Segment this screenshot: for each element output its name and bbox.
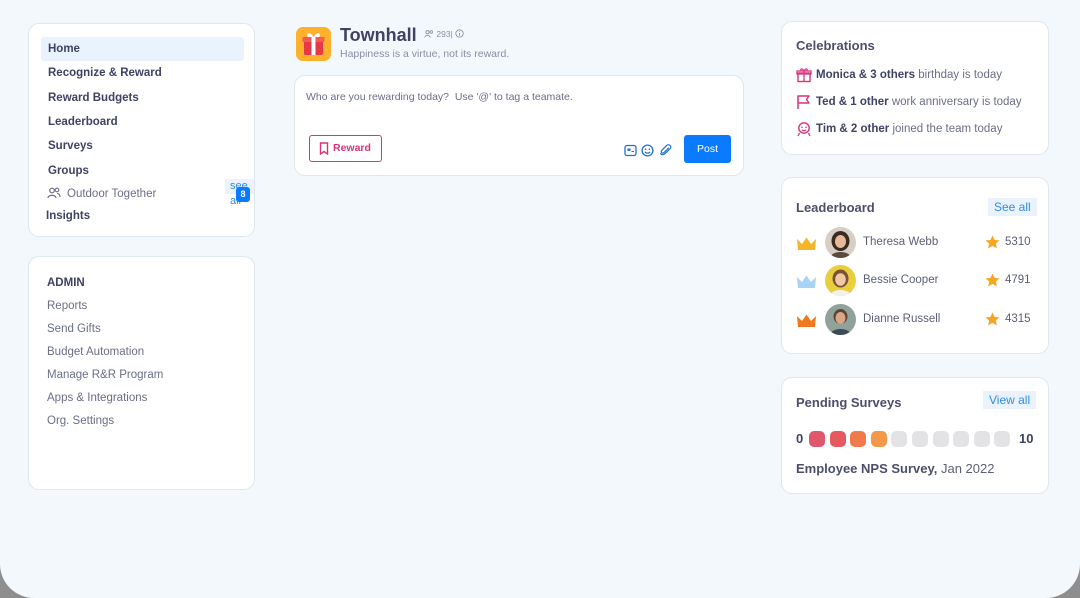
crown-bronze-icon [797,314,816,327]
star-icon [985,312,1000,326]
nav-item-home[interactable]: Home [41,37,244,61]
avatar [825,304,856,335]
member-count: 293 [436,29,451,39]
leaderboard-row[interactable]: Theresa Webb 5310 [796,227,1036,259]
nps-score-dot[interactable] [932,431,949,447]
crown-gold-icon [797,237,816,250]
nav-item-reward-budgets[interactable]: Reward Budgets [41,86,244,110]
leaderboard-name: Dianne Russell [863,313,941,325]
admin-link-send-gifts[interactable]: Send Gifts [47,323,101,335]
app-frame: Home Recognize & Reward Reward Budgets L… [0,0,1080,598]
flag-icon [797,95,810,109]
page-title: Townhall [340,25,417,45]
nps-score-dot[interactable] [973,431,990,447]
group-count-badge: 8 [236,187,250,202]
reward-button[interactable]: Reward [309,135,382,162]
survey-date: Jan 2022 [937,461,995,476]
welcome-icon [797,122,811,137]
nav-item-insights[interactable]: Insights [39,204,242,228]
celebration-text: Tim & 2 other joined the team today [816,121,1002,137]
attachment-icon[interactable] [659,144,672,157]
pending-surveys-title: Pending Surveys [796,395,902,410]
nps-score-dot[interactable] [829,431,846,447]
avatar [825,265,856,296]
nps-score-dot[interactable] [912,431,928,447]
nav-item-surveys[interactable]: Surveys [41,134,244,158]
nps-scale-min: 0 [796,431,804,446]
pending-surveys-card: Pending Surveys View all 0 10 Employee N… [781,377,1049,494]
leaderboard-points: 5310 [1005,236,1031,248]
group-item-outdoor-together[interactable]: Outdoor Together [47,185,244,203]
celebration-what: birthday is today [915,69,1002,81]
celebration-what: work anniversary is today [888,96,1022,108]
group-label: Outdoor Together [67,188,157,200]
leaderboard-row[interactable]: Bessie Cooper 4791 [796,265,1036,297]
admin-link-manage-rr-program[interactable]: Manage R&R Program [47,369,163,381]
nps-score-dot[interactable] [850,431,867,447]
post-button[interactable]: Post [684,135,731,163]
leaderboard-card: Leaderboard See all Theresa Webb 5310 Be… [781,177,1049,354]
surveys-view-all-link[interactable]: View all [983,391,1037,409]
admin-heading: ADMIN [47,277,85,289]
nps-score-dot[interactable] [891,431,908,447]
nav-item-leaderboard[interactable]: Leaderboard [41,110,244,134]
nps-score-dot[interactable] [809,431,825,447]
nav-item-groups[interactable]: Groups [41,159,201,183]
admin-nav: ADMIN Reports Send Gifts Budget Automati… [28,256,255,490]
leaderboard-points: 4791 [1005,274,1031,286]
celebration-text: Monica & 3 others birthday is today [816,67,1002,83]
townhall-gift-icon [296,27,331,61]
reward-composer: Reward Post [294,75,744,176]
nps-score-dot[interactable] [953,431,970,447]
survey-title[interactable]: Employee NPS Survey, Jan 2022 [796,461,994,476]
admin-link-reports[interactable]: Reports [47,300,87,312]
leaderboard-name: Theresa Webb [863,236,939,248]
celebrations-card: Celebrations Monica & 3 others birthday … [781,21,1049,155]
leaderboard-title: Leaderboard [796,200,875,215]
gif-icon[interactable] [624,144,637,157]
nav-item-recognize-reward[interactable]: Recognize & Reward [41,61,244,85]
avatar [825,227,856,258]
nps-score-dot[interactable] [994,431,1011,447]
page-subtitle: Happiness is a virtue, not its reward. [340,48,510,60]
celebration-who: Monica & 3 others [816,69,916,81]
crown-silver-icon [797,275,816,288]
info-icon[interactable] [455,29,464,38]
leaderboard-see-all-link[interactable]: See all [988,198,1037,216]
nps-scale-max: 10 [1019,431,1034,446]
emoji-icon[interactable] [641,144,654,157]
reward-message-input[interactable] [306,89,726,105]
reward-button-label: Reward [333,142,371,154]
admin-link-budget-automation[interactable]: Budget Automation [47,346,144,358]
meta-separator: | [450,29,453,39]
survey-name: Employee NPS Survey, [796,461,938,476]
admin-link-apps-integrations[interactable]: Apps & Integrations [47,392,147,404]
main-nav: Home Recognize & Reward Reward Budgets L… [28,23,255,237]
members-icon [424,30,433,38]
leaderboard-name: Bessie Cooper [863,274,939,286]
star-icon [985,235,1000,249]
celebration-who: Tim & 2 other [816,123,890,135]
celebration-text: Ted & 1 other work anniversary is today [816,94,1022,110]
celebration-who: Ted & 1 other [816,96,889,108]
leaderboard-points: 4315 [1005,313,1031,325]
star-icon [985,273,1000,287]
leaderboard-row[interactable]: Dianne Russell 4315 [796,304,1036,336]
celebration-what: joined the team today [889,123,1003,135]
celebrations-title: Celebrations [796,38,875,53]
bookmark-icon [319,142,329,155]
admin-link-org-settings[interactable]: Org. Settings [47,415,114,427]
group-icon [47,187,61,199]
townhall-meta: 293| [424,29,464,39]
nps-score-dot[interactable] [870,431,887,447]
gift-icon [796,68,812,83]
